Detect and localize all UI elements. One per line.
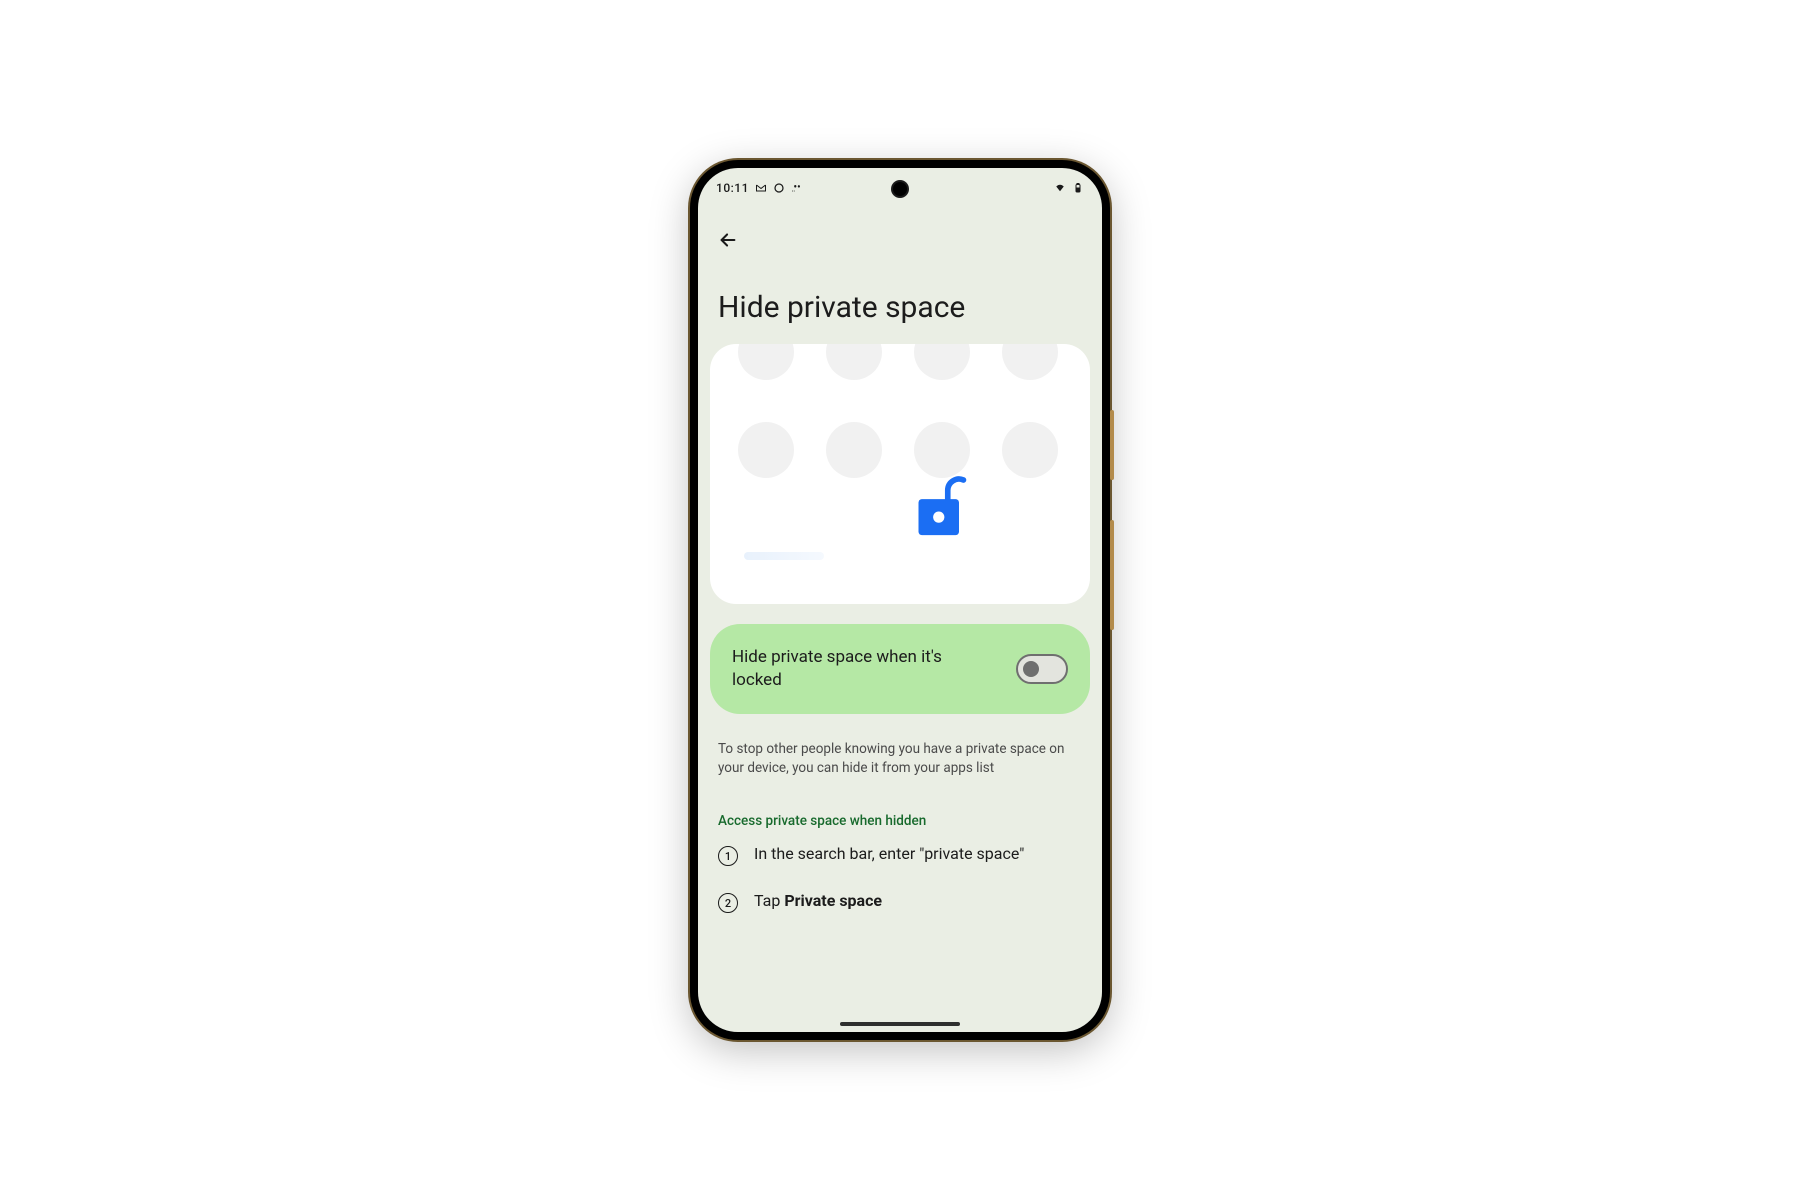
app-placeholder xyxy=(826,422,882,478)
app-grid-row xyxy=(710,422,1090,478)
back-button[interactable] xyxy=(710,222,746,258)
wifi-icon xyxy=(1054,182,1066,194)
circle-icon xyxy=(773,182,785,194)
description-text: To stop other people knowing you have a … xyxy=(698,714,1102,779)
battery-icon xyxy=(1072,182,1084,194)
step-text: Tap Private space xyxy=(754,890,882,912)
camera-punch-hole xyxy=(893,182,907,196)
app-placeholder xyxy=(738,422,794,478)
unlock-icon xyxy=(914,474,968,544)
steps-list: 1 In the search bar, enter "private spac… xyxy=(698,829,1102,913)
section-heading: Access private space when hidden xyxy=(698,779,1102,829)
step-text: In the search bar, enter "private space" xyxy=(754,843,1024,865)
step-item: 1 In the search bar, enter "private spac… xyxy=(718,843,1082,866)
status-time: 10:11 xyxy=(716,181,749,195)
status-right xyxy=(1054,182,1084,194)
phone-screen: 10:11 •࡙• xyxy=(698,168,1102,1032)
hide-toggle-card[interactable]: Hide private space when it's locked xyxy=(710,624,1090,714)
step-bold: Private space xyxy=(784,891,882,910)
hide-toggle-label: Hide private space when it's locked xyxy=(732,646,972,692)
gmail-icon xyxy=(755,182,767,194)
app-placeholder xyxy=(826,344,882,380)
step-number: 1 xyxy=(718,846,738,866)
phone-frame: 10:11 •࡙• xyxy=(690,160,1110,1040)
app-placeholder xyxy=(738,344,794,380)
illustration-bar xyxy=(744,552,824,560)
step-prefix: Tap xyxy=(754,891,784,910)
app-placeholder xyxy=(1002,344,1058,380)
status-left: 10:11 •࡙• xyxy=(716,181,803,195)
app-placeholder xyxy=(914,422,970,478)
illustration-card xyxy=(710,344,1090,604)
switch-knob xyxy=(1023,661,1039,677)
app-bar xyxy=(698,204,1102,258)
hide-toggle-switch[interactable] xyxy=(1016,654,1068,684)
step-item: 2 Tap Private space xyxy=(718,890,1082,913)
app-grid-row xyxy=(710,344,1090,380)
page-title: Hide private space xyxy=(698,258,1102,344)
step-number: 2 xyxy=(718,893,738,913)
app-placeholder xyxy=(914,344,970,380)
app-placeholder xyxy=(1002,422,1058,478)
home-indicator[interactable] xyxy=(840,1022,960,1026)
more-icon: •࡙• xyxy=(791,182,803,194)
